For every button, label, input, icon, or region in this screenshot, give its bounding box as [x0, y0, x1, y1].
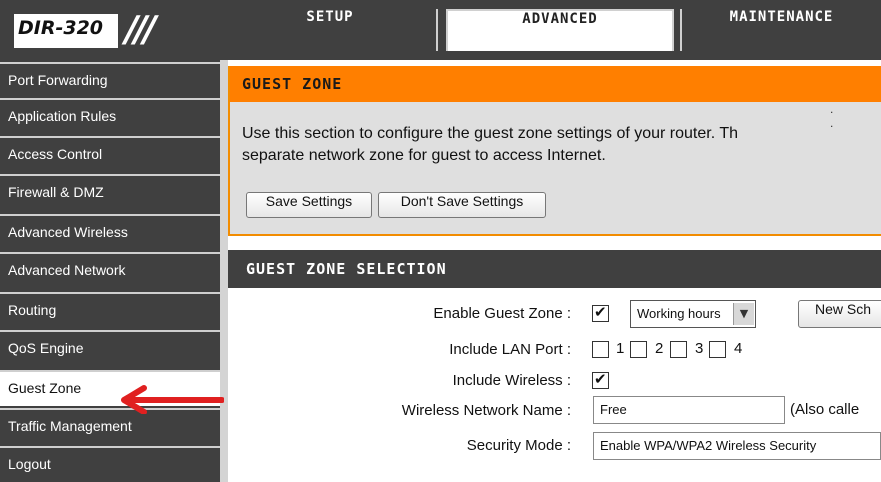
sidebar-item-advanced-network[interactable]: Advanced Network: [0, 252, 220, 288]
red-arrow-icon: [121, 385, 224, 414]
dont-save-settings-button[interactable]: Don't Save Settings: [378, 192, 546, 218]
guest-zone-description: Use this section to configure the guest …: [242, 123, 881, 167]
include-wireless-checkbox[interactable]: [592, 370, 609, 389]
sidebar-item-label: Routing: [8, 302, 57, 318]
sidebar-item-label: Firewall & DMZ: [8, 184, 104, 200]
sidebar-item-label: QoS Engine: [8, 340, 84, 356]
lan-port-4-checkbox[interactable]: [709, 341, 726, 358]
model-name: DIR-320: [18, 17, 104, 39]
sidebar-item-label: Port Forwarding: [8, 72, 108, 88]
description-line-2: separate network zone for guest to acces…: [242, 147, 606, 164]
sidebar-item-routing[interactable]: Routing: [0, 292, 220, 328]
schedule-value: Working hours: [637, 306, 721, 321]
sidebar-item-advanced-wireless[interactable]: Advanced Wireless: [0, 214, 220, 250]
sidebar-item-label: Access Control: [8, 146, 103, 162]
include-lan-port-label: Include LAN Port :: [449, 341, 571, 358]
save-settings-button[interactable]: Save Settings: [246, 192, 372, 218]
sidebar-item-label: Logout: [8, 456, 51, 472]
enable-guest-zone-checkbox[interactable]: [592, 303, 609, 322]
guest-zone-title: GUEST ZONE: [242, 75, 343, 93]
chevron-down-icon[interactable]: ▼: [733, 303, 754, 325]
logo-slashes-icon: ///: [125, 9, 157, 50]
lan-port-4-label: 4: [734, 340, 743, 357]
new-schedule-button[interactable]: New Sch: [798, 300, 881, 328]
sidebar-item-firewall-dmz[interactable]: Firewall & DMZ: [0, 174, 220, 210]
lan-port-3-label: 3: [695, 340, 704, 357]
lan-port-2-checkbox[interactable]: [630, 341, 647, 358]
description-line-1: Use this section to configure the guest …: [242, 125, 738, 142]
sidebar-item-port-forwarding[interactable]: Port Forwarding: [0, 62, 220, 98]
sidebar-item-application-rules[interactable]: Application Rules: [0, 98, 220, 134]
include-wireless-label: Include Wireless :: [452, 372, 571, 389]
guest-zone-header: GUEST ZONE: [230, 66, 881, 102]
column-divider: [220, 60, 228, 482]
guest-zone-selection-panel: GUEST ZONE SELECTION Enable Guest Zone :…: [228, 244, 881, 482]
sidebar: Port Forwarding Application Rules Access…: [0, 60, 220, 482]
security-mode-label: Security Mode :: [466, 437, 571, 454]
enable-guest-zone-label: Enable Guest Zone :: [433, 305, 571, 322]
tab-setup[interactable]: SETUP: [224, 9, 438, 51]
schedule-select[interactable]: Working hours ▼: [630, 300, 756, 328]
selection-header: GUEST ZONE SELECTION: [228, 250, 881, 288]
sidebar-item-label: Advanced Network: [8, 262, 126, 278]
tab-advanced[interactable]: ADVANCED: [446, 9, 674, 51]
sidebar-item-label: Guest Zone: [8, 380, 82, 396]
lan-port-1-label: 1: [616, 340, 625, 357]
sidebar-item-label: Traffic Management: [8, 418, 132, 434]
wireless-network-name-label: Wireless Network Name :: [401, 402, 571, 419]
top-navigation: SETUP ADVANCED MAINTENANCE: [220, 0, 881, 60]
sidebar-item-qos-engine[interactable]: QoS Engine: [0, 330, 220, 366]
ssid-note: (Also calle: [790, 401, 860, 418]
guest-zone-panel: GUEST ZONE . . Use this section to confi…: [228, 66, 881, 236]
sidebar-item-logout[interactable]: Logout: [0, 446, 220, 482]
logo-area: DIR-320 ///: [0, 0, 220, 60]
sidebar-item-label: Application Rules: [8, 108, 117, 124]
wireless-network-name-input[interactable]: Free: [593, 396, 785, 424]
lan-port-1-checkbox[interactable]: [592, 341, 609, 358]
sidebar-item-access-control[interactable]: Access Control: [0, 136, 220, 172]
sidebar-item-label: Advanced Wireless: [8, 224, 128, 240]
security-mode-select[interactable]: Enable WPA/WPA2 Wireless Security: [593, 432, 881, 460]
selection-title: GUEST ZONE SELECTION: [246, 260, 447, 278]
lan-port-3-checkbox[interactable]: [670, 341, 687, 358]
tab-maintenance[interactable]: MAINTENANCE: [680, 9, 881, 51]
lan-port-2-label: 2: [655, 340, 664, 357]
